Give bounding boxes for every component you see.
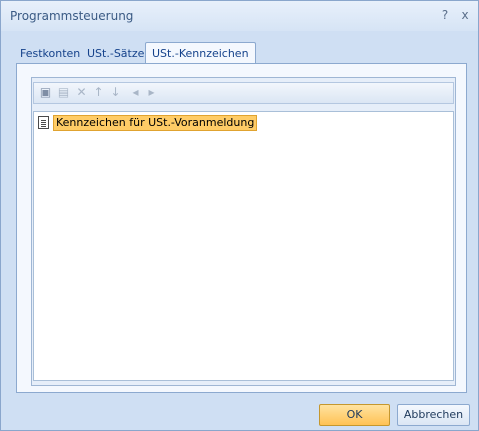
help-button[interactable]: ? <box>437 7 453 23</box>
arrow-right-icon[interactable]: ▸ <box>144 85 159 100</box>
tab-ust-kennzeichen[interactable]: USt.-Kennzeichen <box>145 42 256 64</box>
document-icon <box>38 116 49 129</box>
arrow-left-icon[interactable]: ◂ <box>128 85 143 100</box>
tab-strip: Festkonten USt.-Sätze USt.-Kennzeichen <box>1 31 478 64</box>
tab-panel: ▣ ▤ ✕ ↑ ↓ ◂ ▸ Kennzeichen für USt.-Voran… <box>16 63 467 393</box>
dialog-window: Programmsteuerung ? x Festkonten USt.-Sä… <box>0 0 479 431</box>
tree-view[interactable]: Kennzeichen für USt.-Voranmeldung <box>33 111 454 381</box>
close-button[interactable]: x <box>457 7 473 23</box>
cancel-button[interactable]: Abbrechen <box>397 404 470 426</box>
ok-button[interactable]: OK <box>319 404 390 426</box>
edit-icon[interactable]: ▤ <box>56 85 71 100</box>
tree-item-label[interactable]: Kennzeichen für USt.-Voranmeldung <box>53 115 258 131</box>
delete-icon[interactable]: ✕ <box>74 85 89 100</box>
tab-festkonten[interactable]: Festkonten <box>14 45 86 64</box>
content-area: ▣ ▤ ✕ ↑ ↓ ◂ ▸ Kennzeichen für USt.-Voran… <box>31 77 456 386</box>
arrow-down-icon[interactable]: ↓ <box>108 85 123 100</box>
tab-ust-saetze[interactable]: USt.-Sätze <box>81 45 150 64</box>
title-bar: Programmsteuerung ? x <box>1 1 478 31</box>
window-title: Programmsteuerung <box>10 9 134 23</box>
new-icon[interactable]: ▣ <box>38 85 53 100</box>
arrow-up-icon[interactable]: ↑ <box>91 85 106 100</box>
toolbar: ▣ ▤ ✕ ↑ ↓ ◂ ▸ <box>33 82 454 104</box>
